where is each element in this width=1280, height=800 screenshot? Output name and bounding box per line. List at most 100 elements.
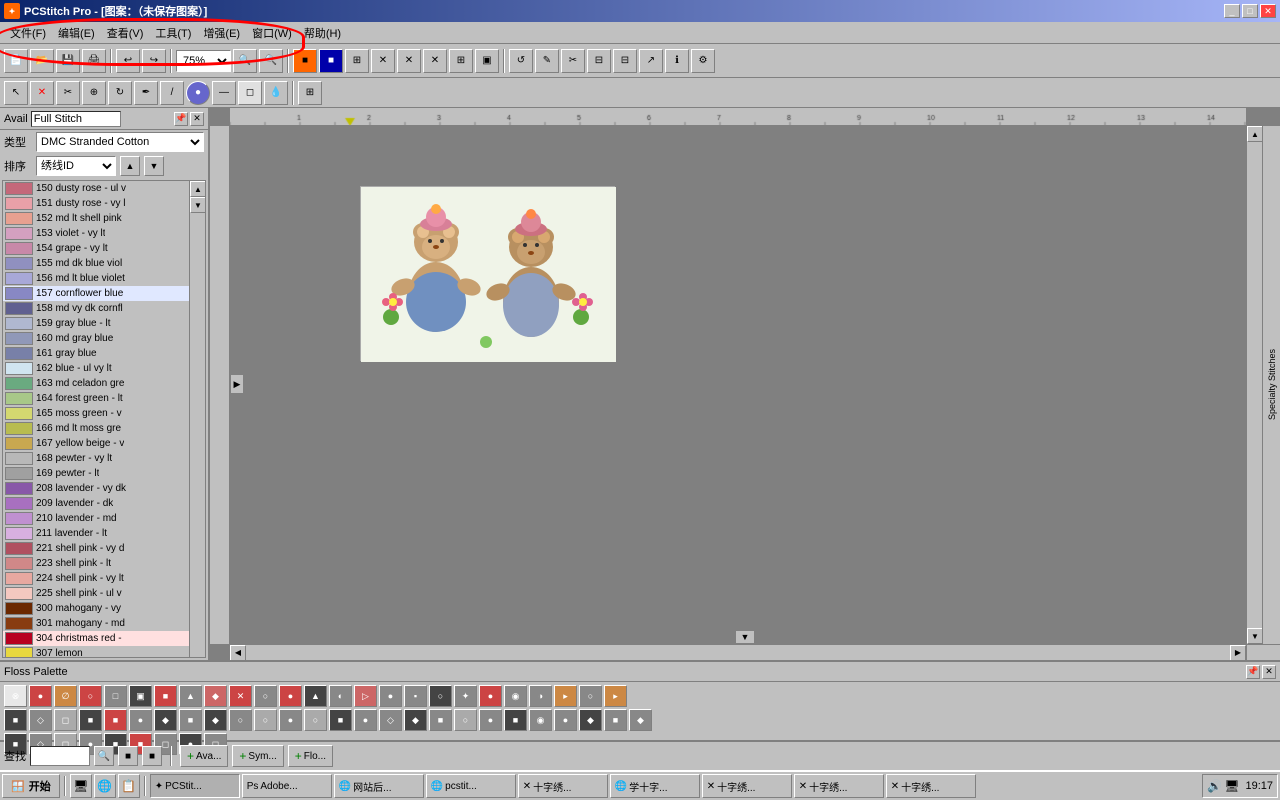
floss-swatch-r2-0[interactable]: ■ (4, 709, 27, 731)
color-item[interactable]: 221 shell pink - vy d (3, 541, 189, 556)
floss-swatch-r1-21[interactable]: ◑ (529, 685, 552, 707)
nav-arrow-bottom[interactable]: ▼ (735, 630, 755, 644)
move-tool[interactable]: ⊕ (82, 81, 106, 105)
floss-swatch-r1-13[interactable]: ◐ (329, 685, 352, 707)
grid-tool[interactable]: ⊞ (298, 81, 322, 105)
menu-file[interactable]: 文件(F) (4, 23, 52, 43)
quicklaunch-1[interactable]: 🖥 (70, 774, 92, 798)
floss-swatch-r2-10[interactable]: ○ (254, 709, 277, 731)
scissors-tool[interactable]: ✂ (56, 81, 80, 105)
floss-palette-pin[interactable]: 📌 (1246, 665, 1260, 679)
panel-pin-button[interactable]: 📌 (174, 112, 188, 126)
color-item[interactable]: 153 violet - vy lt (3, 226, 189, 241)
color-scrollbar[interactable]: ▲ ▼ (189, 181, 205, 657)
color-item[interactable]: 155 md dk blue viol (3, 256, 189, 271)
tool11[interactable]: ✂ (561, 49, 585, 73)
search-btn3[interactable]: ■ (142, 746, 162, 766)
search-button[interactable]: 🔍 (94, 746, 114, 766)
tab-floss[interactable]: + Flo... (288, 745, 333, 767)
color-item[interactable]: 165 moss green - v (3, 406, 189, 421)
taskbar-app-xstitch2[interactable]: ✕ 十字绣... (702, 774, 792, 798)
tool12[interactable]: ⊟ (587, 49, 611, 73)
floss-swatch-r1-12[interactable]: ▲ (304, 685, 327, 707)
color-item[interactable]: 304 christmas red - (3, 631, 189, 646)
taskbar-app-pcstit2[interactable]: 🌐 pcstit... (426, 774, 516, 798)
zoom-out-button[interactable]: 🔍 (233, 49, 257, 73)
quicklaunch-3[interactable]: 📋 (118, 774, 140, 798)
search-btn2[interactable]: ■ (118, 746, 138, 766)
floss-swatch-r2-15[interactable]: ◇ (379, 709, 402, 731)
horizontal-scrollbar[interactable]: ◀ ▶ (230, 644, 1246, 660)
floss-swatch-r1-24[interactable]: ▸ (604, 685, 627, 707)
full-stitch-input[interactable] (31, 111, 121, 127)
nav-arrow-left[interactable]: ▶ (230, 374, 244, 394)
type-select[interactable]: DMC Stranded Cotton (36, 132, 204, 152)
color-item[interactable]: 224 shell pink - vy lt (3, 571, 189, 586)
tool16[interactable]: ⚙ (691, 49, 715, 73)
fill-tool[interactable]: — (212, 81, 236, 105)
new-button[interactable]: 📄 (4, 49, 28, 73)
floss-swatch-r1-8[interactable]: ◆ (204, 685, 227, 707)
pen-tool[interactable]: ✒ (134, 81, 158, 105)
floss-swatch-r2-21[interactable]: ◉ (529, 709, 552, 731)
taskbar-app-xstitch1[interactable]: ✕ 十字绣... (518, 774, 608, 798)
color-item[interactable]: 168 pewter - vy lt (3, 451, 189, 466)
tool13[interactable]: ⊟ (613, 49, 637, 73)
color-item[interactable]: 211 lavender - lt (3, 526, 189, 541)
color-item[interactable]: 300 mahogany - vy (3, 601, 189, 616)
open-button[interactable]: 📂 (30, 49, 54, 73)
undo-button[interactable]: ↩ (116, 49, 140, 73)
menu-enhance[interactable]: 增强(E) (197, 23, 246, 43)
taskbar-app-pcstitch[interactable]: ✦ PCStit... (150, 774, 240, 798)
circle-tool[interactable]: ● (186, 81, 210, 105)
taskbar-app-xstitch4[interactable]: ✕ 十字绣... (886, 774, 976, 798)
color-item[interactable]: 150 dusty rose - ul v (3, 181, 189, 196)
floss-swatch-r1-3[interactable]: ○ (79, 685, 102, 707)
color-item[interactable]: 162 blue - ul vy lt (3, 361, 189, 376)
color-item[interactable]: 223 shell pink - lt (3, 556, 189, 571)
color-item[interactable]: 167 yellow beige - v (3, 436, 189, 451)
floss-swatch-r2-16[interactable]: ◆ (404, 709, 427, 731)
menu-view[interactable]: 查看(V) (101, 23, 150, 43)
floss-swatch-r2-5[interactable]: ● (129, 709, 152, 731)
floss-swatch-r2-4[interactable]: ■ (104, 709, 127, 731)
save-button[interactable]: 💾 (56, 49, 80, 73)
color-item[interactable]: 163 md celadon gre (3, 376, 189, 391)
color-item[interactable]: 301 mahogany - md (3, 616, 189, 631)
floss-swatch-r2-14[interactable]: ● (354, 709, 377, 731)
print-button[interactable]: 🖨 (82, 49, 106, 73)
color-item[interactable]: 156 md lt blue violet (3, 271, 189, 286)
floss-swatch-r1-22[interactable]: ▸ (554, 685, 577, 707)
dropper-tool[interactable]: 💧 (264, 81, 288, 105)
tool14[interactable]: ↗ (639, 49, 663, 73)
floss-swatch-r2-2[interactable]: ◻ (54, 709, 77, 731)
floss-swatch-r2-19[interactable]: ● (479, 709, 502, 731)
maximize-button[interactable]: □ (1242, 4, 1258, 18)
close-button[interactable]: ✕ (1260, 4, 1276, 18)
zoom-select[interactable]: 25% 50% 75% 100% 150% 200% (176, 50, 231, 72)
taskbar-app-xstitch3[interactable]: ✕ 十字绣... (794, 774, 884, 798)
floss-swatch-r2-12[interactable]: ○ (304, 709, 327, 731)
search-input[interactable] (30, 746, 90, 766)
tab-symbol[interactable]: + Sym... (232, 745, 283, 767)
tool15[interactable]: ℹ (665, 49, 689, 73)
taskbar-app-web1[interactable]: 🌐 网站后... (334, 774, 424, 798)
tab-available[interactable]: + Ava... (180, 745, 228, 767)
floss-swatch-r1-16[interactable]: ▪ (404, 685, 427, 707)
floss-swatch-r1-1[interactable]: ● (29, 685, 52, 707)
color-item[interactable]: 225 shell pink - ul v (3, 586, 189, 601)
tool4[interactable]: ✕ (371, 49, 395, 73)
tool9[interactable]: ↺ (509, 49, 533, 73)
color-item[interactable]: 208 lavender - vy dk (3, 481, 189, 496)
panel-close-button[interactable]: ✕ (190, 112, 204, 126)
eraser-tool[interactable]: ◻ (238, 81, 262, 105)
color-item[interactable]: 151 dusty rose - vy l (3, 196, 189, 211)
floss-swatch-r1-17[interactable]: ○ (429, 685, 452, 707)
minimize-button[interactable]: _ (1224, 4, 1240, 18)
color-item[interactable]: 210 lavender - md (3, 511, 189, 526)
quicklaunch-2[interactable]: 🌐 (94, 774, 116, 798)
floss-swatch-r1-9[interactable]: ✕ (229, 685, 252, 707)
tool6[interactable]: ✕ (423, 49, 447, 73)
redo-button[interactable]: ↪ (142, 49, 166, 73)
menu-window[interactable]: 窗口(W) (246, 23, 298, 43)
